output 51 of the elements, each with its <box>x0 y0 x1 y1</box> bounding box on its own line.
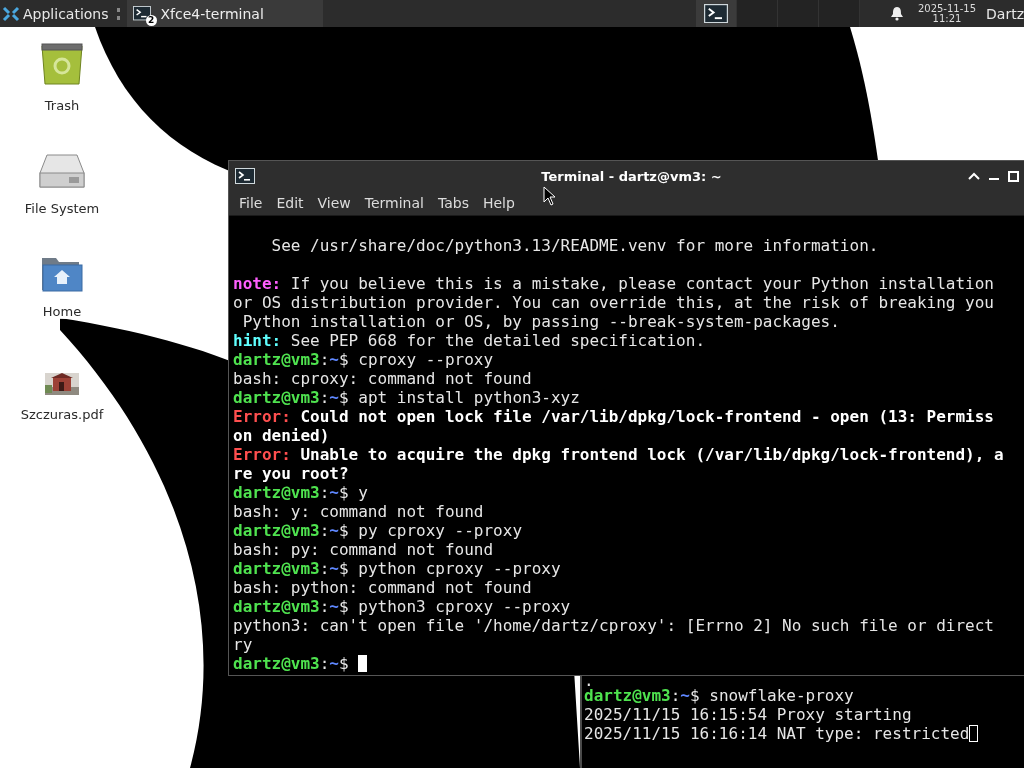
terminal-line: bash: y: command not found <box>233 502 484 521</box>
panel-clock[interactable]: 2025-11-15 11:21 <box>917 3 977 24</box>
terminal-line: dartz@vm3:~$ python cproxy --proxy <box>233 559 561 578</box>
applications-menu[interactable]: Applications <box>0 0 113 27</box>
terminal-line: Python installation or OS, by passing --break-system-packages. <box>241 312 840 331</box>
terminal-line: note: If you believe this is a mistake, please contact your Python installation <box>233 274 994 293</box>
terminal-line: or OS distribution provider. You can override this, at the risk of breaking you <box>233 293 994 312</box>
menu-item[interactable]: Terminal <box>358 193 430 213</box>
menu-item[interactable]: Edit <box>270 193 310 213</box>
taskbar-button[interactable]: 2 Xfce4-terminal <box>126 0 323 27</box>
workspace-switcher[interactable] <box>695 0 860 27</box>
terminal-line: bash: py: command not found <box>233 540 494 559</box>
terminal-line: dartz@vm3:~$ snowflake-proxy <box>584 686 854 705</box>
terminal-icon <box>235 168 255 184</box>
mouse-pointer-icon <box>543 186 557 206</box>
shade-icon[interactable] <box>968 172 980 180</box>
terminal-icon <box>703 3 728 24</box>
terminal-line: Error: Unable to acquire the dpkg frontend lock (/var/lib/dpkg/lock-frontend), a <box>233 445 1004 464</box>
terminal-line: 2025/11/15 16:16:14 NAT type: restricted <box>584 724 970 743</box>
terminal-line: bash: cproxy: command not found <box>233 369 532 388</box>
menu-item[interactable]: Tabs <box>431 193 475 213</box>
terminal-line: dartz@vm3:~$ apt install python3-xyz <box>233 388 580 407</box>
terminal-line: dartz@vm3:~$ cproxy --proxy <box>233 350 494 369</box>
terminal-line: 2025/11/15 16:15:54 Proxy starting <box>584 705 912 724</box>
desktop-icon-label[interactable]: Trash <box>42 98 82 113</box>
terminal-line: . <box>584 676 594 686</box>
menu-item[interactable]: Help <box>476 193 521 213</box>
terminal-line: on denied) <box>233 426 330 445</box>
terminal-line: dartz@vm3:~$ python3 cproxy --proxy <box>233 597 571 616</box>
terminal-line: python3: can't open file '/home/dartz/cproxy': [Errno 2] No such file or direct <box>233 616 994 635</box>
terminal-line: Error: Could not open lock file /var/lib/dpkg/lock-frontend - open (13: Permiss <box>233 407 994 426</box>
window-title: Terminal - dartz@vm3: ~ <box>540 168 723 184</box>
terminal-line: bash: python: command not found <box>233 578 532 597</box>
window-count-badge: 2 <box>145 14 157 26</box>
maximize-icon[interactable] <box>1008 170 1019 182</box>
drive-icon[interactable] <box>39 153 85 189</box>
applications-icon[interactable] <box>2 4 20 23</box>
notification-bell-icon[interactable] <box>889 6 904 21</box>
menu-item[interactable]: File <box>233 193 269 213</box>
menu-item[interactable]: View <box>311 193 357 213</box>
user-menu[interactable]: Dartz <box>986 5 1024 22</box>
terminal-line: re you root? <box>233 464 349 483</box>
home-folder-icon[interactable] <box>41 256 83 292</box>
terminal-line: ry <box>233 635 253 654</box>
terminal-line: dartz@vm3:~$ y <box>233 483 368 502</box>
terminal-line: dartz@vm3:~$ <box>233 654 350 673</box>
terminal-line: dartz@vm3:~$ py cproxy --proxy <box>233 521 522 540</box>
terminal-line: hint: See PEP 668 for the detailed specification. <box>233 331 705 350</box>
trash-icon[interactable] <box>39 42 85 86</box>
desktop-icon-label[interactable]: Szczuras.pdf <box>18 407 106 422</box>
terminal-line: See /usr/share/doc/python3.13/README.venv for more information. <box>270 236 879 255</box>
